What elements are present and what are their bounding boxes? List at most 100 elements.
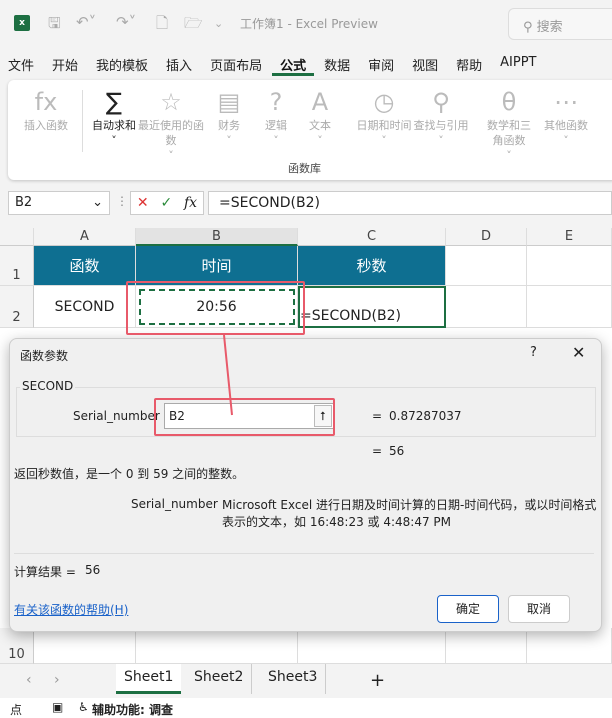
cell-C1[interactable]: 秒数 bbox=[298, 246, 446, 286]
cell-E1[interactable] bbox=[527, 246, 612, 286]
column-header-A[interactable]: A bbox=[34, 228, 136, 246]
menu-tab-3[interactable]: 插入 bbox=[158, 52, 200, 76]
ribbon-button-label: 文本 bbox=[309, 119, 331, 132]
cell-A10[interactable] bbox=[34, 628, 136, 664]
ribbon-button-label: 财务 bbox=[218, 119, 240, 132]
add-sheet-button[interactable]: + bbox=[370, 670, 385, 691]
cell-B10[interactable] bbox=[136, 628, 298, 664]
ribbon-button-4[interactable]: ? 逻辑 ˅ bbox=[254, 86, 298, 148]
search-box[interactable]: ⚲ 搜索 bbox=[508, 8, 612, 40]
select-all-corner[interactable] bbox=[0, 228, 34, 246]
enter-icon[interactable]: ✓ bbox=[160, 195, 172, 211]
theta-book-icon: θ bbox=[501, 88, 517, 116]
column-header-E[interactable]: E bbox=[527, 228, 612, 246]
ribbon-button-label: 自动求和 bbox=[92, 119, 136, 132]
cell-A1[interactable]: 函数 bbox=[34, 246, 136, 286]
ribbon-button-label: 逻辑 bbox=[265, 119, 287, 132]
arg-eq: = bbox=[372, 409, 383, 423]
chevron-down-icon: ˅ bbox=[563, 134, 569, 147]
prev-sheet-icon[interactable]: ‹ bbox=[26, 672, 32, 688]
menu-bar: 文件 开始 我的模板 插入 页面布局 公式 数据 审阅 视图 帮助 AIPPT bbox=[0, 52, 547, 76]
ribbon-button-0[interactable]: fx 插入函数 bbox=[14, 86, 78, 133]
help-button[interactable]: ? bbox=[530, 345, 537, 360]
menu-tab-4[interactable]: 页面布局 bbox=[202, 52, 270, 76]
ribbon-button-5[interactable]: A 文本 ˅ bbox=[300, 86, 340, 148]
cancel-icon[interactable]: ✕ bbox=[137, 195, 149, 211]
cell-B1[interactable]: 时间 bbox=[136, 246, 298, 286]
ribbon: 函数库 fx 插入函数 ∑ 自动求和 ˅ ☆ 最近使用的函数 ˅ ▤ 财务 ˅? 逻辑 ˅ A 文本 ˅ ◷ 日期… bbox=[8, 80, 612, 180]
next-sheet-icon[interactable]: › bbox=[54, 672, 60, 688]
ribbon-button-label: 查找与引用 bbox=[413, 119, 469, 132]
open-folder-icon[interactable]: 🗁 bbox=[184, 13, 203, 38]
menu-tab-5[interactable]: 公式 bbox=[272, 52, 315, 76]
arg-description: Microsoft Excel 进行日期及时间计算的日期-时间代码，或以时间格式… bbox=[222, 498, 597, 529]
cell-E10[interactable] bbox=[527, 628, 612, 664]
chevron-down-icon: ˅ bbox=[506, 149, 512, 162]
more-options-icon: ⋮ bbox=[116, 194, 128, 208]
ribbon-button-6[interactable]: ◷ 日期和时间 ˅ bbox=[356, 86, 412, 148]
row-header-2[interactable]: 2 bbox=[0, 286, 34, 328]
ribbon-group-label: 函数库 bbox=[288, 162, 321, 175]
chevron-down-icon: ˅ bbox=[381, 134, 387, 147]
close-icon[interactable]: ✕ bbox=[572, 343, 585, 362]
calc-result-value: 56 bbox=[85, 563, 101, 577]
function-name: SECOND bbox=[20, 379, 76, 393]
ribbon-button-3[interactable]: ▤ 财务 ˅ bbox=[204, 86, 254, 148]
result-eq: = bbox=[372, 444, 383, 458]
name-box-value: B2 bbox=[15, 195, 33, 210]
row-header-10[interactable]: 10 bbox=[0, 628, 34, 664]
sheet-tab-Sheet2[interactable]: Sheet2 bbox=[186, 664, 253, 694]
formula-bar: B2 ⌄ ⋮ ✕ ✓ fx =SECOND(B2) bbox=[0, 188, 612, 220]
column-header-C[interactable]: C bbox=[298, 228, 446, 246]
menu-tab-7[interactable]: 审阅 bbox=[360, 52, 402, 76]
sheet-tab-Sheet3[interactable]: Sheet3 bbox=[260, 664, 327, 694]
cell-A2[interactable]: SECOND bbox=[34, 286, 136, 328]
cell-C2[interactable]: =SECOND(B2) bbox=[298, 286, 446, 328]
chevron-down-icon: ˅ bbox=[168, 149, 174, 162]
divider bbox=[82, 90, 83, 152]
formula-result: 56 bbox=[389, 444, 405, 458]
cell-D10[interactable] bbox=[446, 628, 527, 664]
menu-tab-6[interactable]: 数据 bbox=[316, 52, 358, 76]
fx-icon[interactable]: fx bbox=[184, 195, 197, 211]
cancel-button[interactable]: 取消 bbox=[508, 595, 570, 623]
dialog-title: 函数参数 bbox=[20, 349, 69, 363]
menu-tab-9[interactable]: 帮助 bbox=[448, 52, 490, 76]
customize-toolbar-icon[interactable]: ⌄ bbox=[214, 17, 223, 30]
menu-tab-2[interactable]: 我的模板 bbox=[88, 52, 156, 76]
formula-input[interactable]: =SECOND(B2) bbox=[208, 191, 612, 215]
help-link[interactable]: 有关该函数的帮助(H) bbox=[14, 601, 128, 618]
ribbon-button-8[interactable]: θ 数学和三角函数 ˅ bbox=[482, 86, 536, 163]
ribbon-button-1[interactable]: ∑ 自动求和 ˅ bbox=[84, 86, 144, 148]
cell-C10[interactable] bbox=[298, 628, 446, 664]
ok-button[interactable]: 确定 bbox=[437, 595, 499, 623]
menu-tab-8[interactable]: 视图 bbox=[404, 52, 446, 76]
accessibility-icon[interactable]: ♿ bbox=[78, 700, 89, 714]
cell-D1[interactable] bbox=[446, 246, 527, 286]
ribbon-button-2[interactable]: ☆ 最近使用的函数 ˅ bbox=[136, 86, 206, 163]
menu-tab-10[interactable]: AIPPT bbox=[492, 52, 544, 76]
ribbon-button-9[interactable]: ⋯ 其他函数 ˅ bbox=[536, 86, 596, 148]
new-file-icon[interactable]: 🗋 bbox=[156, 13, 168, 38]
menu-tab-1[interactable]: 开始 bbox=[44, 52, 86, 76]
menu-tab-0[interactable]: 文件 bbox=[0, 52, 42, 76]
sheet-tab-Sheet1[interactable]: Sheet1 bbox=[116, 664, 182, 694]
name-box[interactable]: B2 ⌄ bbox=[8, 191, 110, 215]
column-header-D[interactable]: D bbox=[446, 228, 527, 246]
cell-D2[interactable] bbox=[446, 286, 527, 328]
row-header-1[interactable]: 1 bbox=[0, 246, 34, 286]
ribbon-button-label: 其他函数 bbox=[544, 119, 588, 132]
redo-icon[interactable]: ↷˅ bbox=[116, 13, 136, 31]
cell-E2[interactable] bbox=[527, 286, 612, 328]
undo-icon[interactable]: ↶˅ bbox=[76, 13, 96, 31]
chevron-down-icon: ˅ bbox=[111, 134, 117, 147]
macro-record-icon[interactable]: ▣ bbox=[52, 700, 63, 714]
fx-icon: fx bbox=[34, 88, 58, 116]
accessibility-status[interactable]: 辅助功能: 调查 bbox=[92, 701, 173, 718]
ribbon-button-7[interactable]: ⚲ 查找与引用 ˅ bbox=[408, 86, 474, 148]
sheet-tabs-bar: ‹ › Sheet1 Sheet2 Sheet3 + bbox=[0, 664, 612, 698]
column-header-B[interactable]: B bbox=[136, 228, 298, 246]
arg-result: 0.87287037 bbox=[389, 409, 462, 423]
save-icon[interactable]: 🖫 bbox=[48, 13, 61, 38]
chevron-down-icon: ˅ bbox=[438, 134, 444, 147]
